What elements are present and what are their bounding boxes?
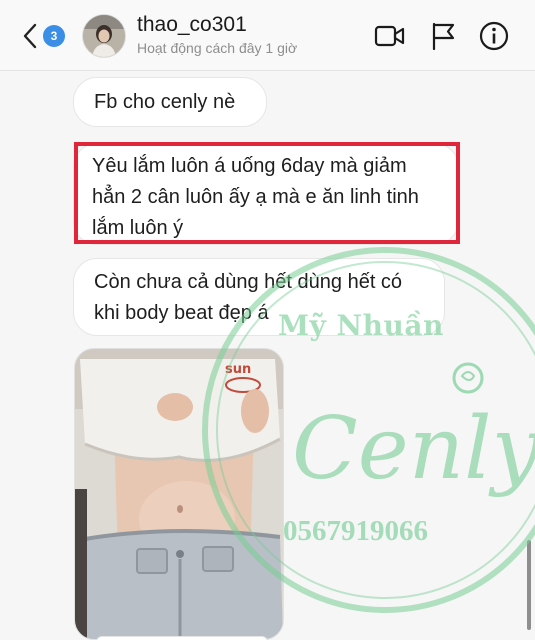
watermark-script: Cenly [292,399,535,499]
report-button[interactable] [427,20,459,52]
rose-icon [452,362,484,394]
avatar[interactable] [82,14,126,58]
back-button[interactable]: 3 [22,20,74,52]
unread-badge: 3 [43,25,65,47]
flag-icon [432,22,455,50]
photo-message[interactable]: sun [74,348,284,640]
info-icon [479,21,509,51]
chevron-left-icon [23,23,37,49]
watermark-phone: 0567919066 [283,515,428,547]
video-call-button[interactable] [374,20,406,52]
scrollbar[interactable] [527,540,531,630]
info-button[interactable] [478,20,510,52]
activity-status: Hoạt động cách đây 1 giờ [137,40,298,56]
avatar-image [83,15,125,57]
message-bubble[interactable]: Fb cho cenly nè [73,77,267,127]
thread-header: 3 thao_co301 Hoạt động cách đây 1 giờ [0,0,535,71]
body-photo: sun [75,349,283,639]
message-bubble-partial[interactable] [96,636,268,640]
video-camera-icon [374,25,405,47]
shirt-print-text: sun [225,362,251,377]
message-bubble[interactable]: Còn chưa cả dùng hết dùng hết có khi bod… [73,258,445,336]
contact-name[interactable]: thao_co301 [137,13,247,37]
dm-thread-screen: 3 thao_co301 Hoạt động cách đây 1 giờ Fb… [0,0,535,640]
message-bubble[interactable]: Yêu lắm luôn á uống 6day mà giảm hẳn 2 c… [73,143,459,245]
